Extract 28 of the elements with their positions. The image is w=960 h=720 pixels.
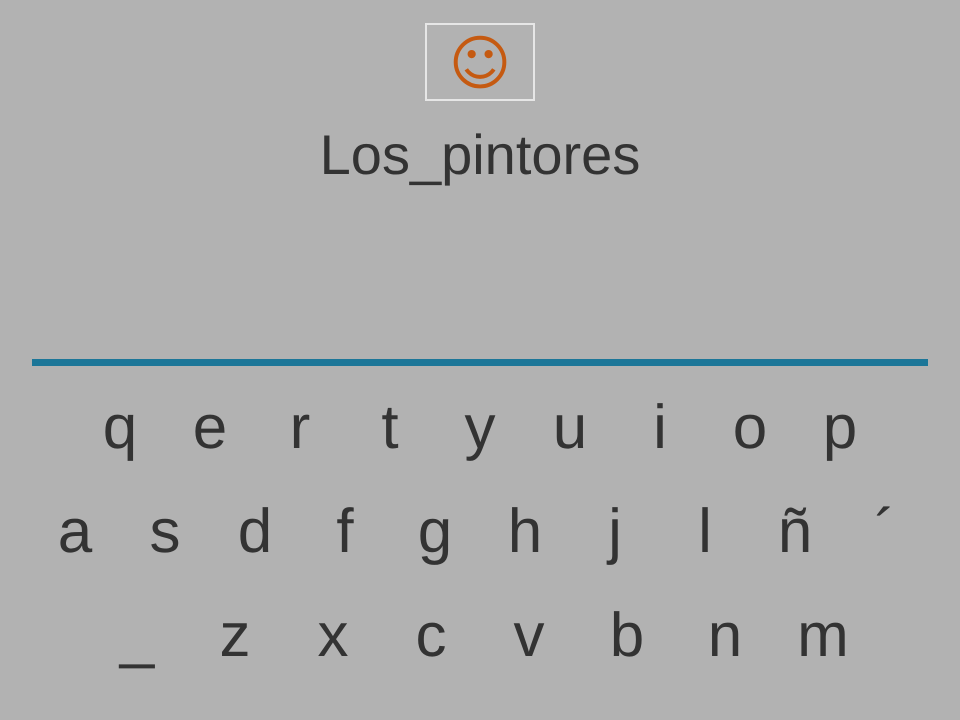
letter-key[interactable]: q: [75, 388, 165, 468]
letter-key[interactable]: z: [186, 596, 284, 676]
letter-key[interactable]: f: [300, 492, 390, 572]
letter-key[interactable]: b: [578, 596, 676, 676]
letter-key[interactable]: i: [615, 388, 705, 468]
letter-key[interactable]: r: [255, 388, 345, 468]
letter-key[interactable]: c: [382, 596, 480, 676]
answer-word: Los_pintores: [320, 123, 640, 187]
letter-key[interactable]: u: [525, 388, 615, 468]
letter-key[interactable]: _: [88, 596, 186, 676]
letter-key[interactable]: a: [30, 492, 120, 572]
letter-key[interactable]: y: [435, 388, 525, 468]
letter-key[interactable]: v: [480, 596, 578, 676]
letter-key[interactable]: n: [676, 596, 774, 676]
letter-key[interactable]: m: [774, 596, 872, 676]
letter-key[interactable]: p: [795, 388, 885, 468]
letter-key[interactable]: l: [660, 492, 750, 572]
letter-key[interactable]: s: [120, 492, 210, 572]
letter-key[interactable]: ñ: [750, 492, 840, 572]
letter-key[interactable]: o: [705, 388, 795, 468]
letter-key[interactable]: h: [480, 492, 570, 572]
letter-key[interactable]: t: [345, 388, 435, 468]
letter-key[interactable]: ´: [840, 492, 930, 572]
letter-key[interactable]: g: [390, 492, 480, 572]
letter-key[interactable]: d: [210, 492, 300, 572]
letter-key[interactable]: j: [570, 492, 660, 572]
letter-key[interactable]: e: [165, 388, 255, 468]
letter-key[interactable]: x: [284, 596, 382, 676]
